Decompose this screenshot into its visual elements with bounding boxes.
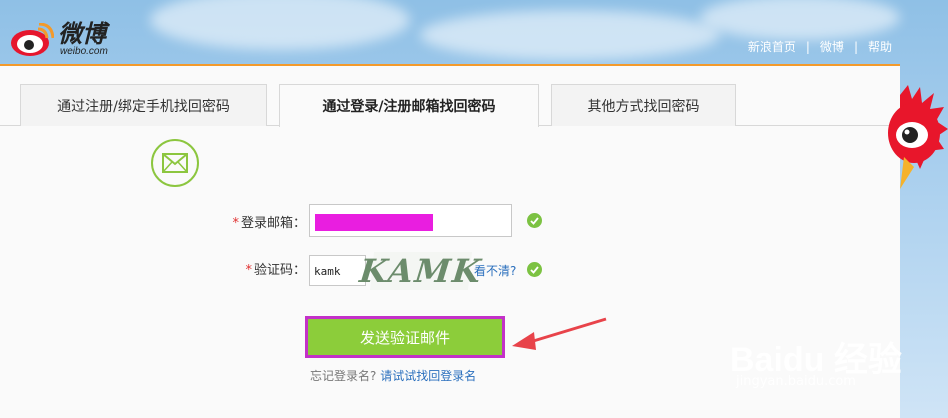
logo-title: 微博 <box>58 19 106 48</box>
weibo-eye-icon <box>10 22 55 57</box>
tab-phone-recovery[interactable]: 通过注册/绑定手机找回密码 <box>20 84 267 126</box>
email-label: * 登录邮箱： <box>232 216 306 231</box>
tab-email-recovery[interactable]: 通过登录/注册邮箱找回密码 <box>279 84 539 127</box>
watermark-url: jingyan.baidu.com <box>736 374 856 389</box>
nav-link-weibo[interactable]: 微博 <box>820 38 844 55</box>
top-nav: 新浪首页 | 微博 | 帮助 <box>748 38 892 55</box>
required-mark: * <box>232 216 239 231</box>
envelope-icon <box>151 139 199 187</box>
annotation-arrow-icon <box>510 316 610 356</box>
tab-bar: 通过注册/绑定手机找回密码 通过登录/注册邮箱找回密码 其他方式找回密码 <box>0 66 900 127</box>
logo-subtitle: weibo.com <box>60 46 108 57</box>
tab-other-recovery[interactable]: 其他方式找回密码 <box>551 84 736 126</box>
forgot-username-hint: 忘记登录名? 请试试找回登录名 <box>310 369 477 383</box>
captcha-valid-check-icon <box>527 262 542 277</box>
weibo-mascot-icon <box>880 85 948 199</box>
nav-divider: | <box>853 39 858 54</box>
refresh-captcha-link[interactable]: 看不清? <box>474 262 516 279</box>
recover-username-link[interactable]: 请试试找回登录名 <box>380 369 476 383</box>
email-field[interactable] <box>309 204 512 237</box>
header: 微博 weibo.com 新浪首页 | 微博 | 帮助 <box>0 0 948 66</box>
redacted-email <box>315 214 433 231</box>
email-valid-check-icon <box>527 213 542 228</box>
nav-link-help[interactable]: 帮助 <box>868 38 892 55</box>
captcha-label: * 验证码： <box>245 263 306 278</box>
required-mark: * <box>245 263 252 278</box>
captcha-input[interactable]: kamk <box>309 255 366 286</box>
captcha-image[interactable]: KAMK <box>358 252 484 290</box>
nav-divider: | <box>805 39 810 54</box>
send-verification-email-button[interactable]: 发送验证邮件 <box>305 316 505 358</box>
nav-link-sina-home[interactable]: 新浪首页 <box>748 38 796 55</box>
weibo-logo[interactable]: 微博 weibo.com <box>10 22 108 57</box>
